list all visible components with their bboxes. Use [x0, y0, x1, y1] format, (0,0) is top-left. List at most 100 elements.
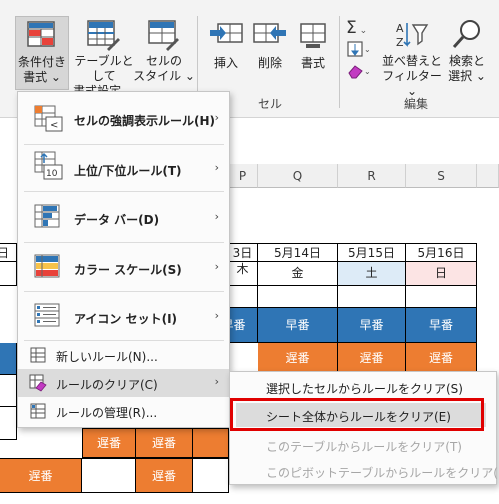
- sort-filter-button[interactable]: A Z 並べ替えと フィルター ⌄: [382, 16, 442, 98]
- weekday-cell-saturday[interactable]: 土: [338, 262, 406, 286]
- date-cell-fragment: 日: [0, 246, 9, 260]
- menu-item-label: アイコン セット(I): [74, 312, 178, 326]
- date-label: 3日: [232, 246, 253, 260]
- ribbon-separator: [339, 16, 340, 108]
- cells-group-label: セル: [258, 97, 283, 111]
- delete-label: 削除: [257, 56, 282, 70]
- submenu-item-clear-table[interactable]: このテーブルからルールをクリア(T): [266, 438, 462, 455]
- shift-label: 遅番: [285, 351, 310, 365]
- icon-sets-icon: [34, 303, 60, 327]
- date-cell[interactable]: 5月14日: [258, 243, 338, 262]
- menu-item-label: データ バー(D): [74, 213, 160, 227]
- weekday-cell[interactable]: [0, 262, 17, 286]
- menu-item-label: セルの強調表示ルール(H): [74, 114, 216, 128]
- menu-item-label: カラー スケール(S): [74, 263, 182, 277]
- svg-text:A: A: [396, 22, 404, 35]
- shift-label: 遅番: [428, 351, 453, 365]
- clear-button[interactable]: ⌄: [346, 62, 376, 82]
- weekday-cell[interactable]: 木: [228, 262, 258, 286]
- date-cell[interactable]: 5月16日: [406, 243, 477, 262]
- data-bars-icon: [34, 204, 60, 228]
- insert-label: 挿入: [213, 56, 238, 70]
- shift-cell-early[interactable]: [0, 343, 17, 375]
- menu-divider: [24, 340, 224, 341]
- weekday-cell-sunday[interactable]: 日: [406, 262, 477, 286]
- shift-label: 早番: [228, 318, 246, 332]
- menu-item-icon-sets[interactable]: アイコン セット(I) ›: [18, 292, 229, 340]
- date-label: 5月16日: [417, 246, 465, 260]
- date-cell[interactable]: 3日: [228, 243, 258, 262]
- menu-item-new-rule[interactable]: 新しいルール(N)...: [18, 343, 229, 369]
- menu-item-highlight-cells-rules[interactable]: < セルの強調表示ルール(H) ›: [18, 94, 229, 144]
- empty-cell[interactable]: [82, 458, 136, 493]
- menu-item-clear-rules[interactable]: ルールのクリア(C) ›: [18, 369, 229, 397]
- delete-button[interactable]: 削除: [249, 16, 291, 76]
- menu-item-label: 上位/下位ルール(T): [74, 164, 182, 178]
- insert-button[interactable]: 挿入: [205, 16, 247, 76]
- shift-cell-early[interactable]: 早番: [406, 308, 477, 343]
- column-header-r[interactable]: R: [338, 164, 406, 188]
- conditional-format-menu: < セルの強調表示ルール(H) › 10 上位/下位ルール(T) › データ バ…: [17, 91, 230, 428]
- conditional-format-label-1: 条件付き: [17, 55, 66, 69]
- menu-item-manage-rules[interactable]: ルールの管理(R)...: [18, 397, 229, 425]
- column-header-s[interactable]: S: [406, 164, 477, 188]
- shift-cell-early[interactable]: 早番: [338, 308, 406, 343]
- format-cells-icon: [300, 23, 326, 48]
- conditional-format-button[interactable]: 条件付き 書式 ⌄: [15, 16, 69, 90]
- submenu-item-clear-selected[interactable]: 選択したセルからルールをクリア(S): [266, 380, 463, 397]
- format-as-table-icon: [87, 20, 120, 51]
- date-cell[interactable]: 日: [0, 243, 17, 262]
- date-cell[interactable]: 5月15日: [338, 243, 406, 262]
- submenu-item-clear-pivot[interactable]: このピボットテーブルからルールをクリア(P): [266, 464, 499, 481]
- column-header-label: R: [367, 169, 376, 183]
- empty-cell[interactable]: [0, 407, 17, 440]
- chevron-down-icon: ⌄: [356, 26, 368, 36]
- empty-cell[interactable]: [338, 286, 406, 308]
- sort-filter-label-1: 並べ替えと: [381, 54, 442, 68]
- find-select-button[interactable]: 検索と 選択 ⌄: [443, 16, 491, 90]
- shift-label: 早番: [428, 318, 453, 332]
- menu-item-top-bottom-rules[interactable]: 10 上位/下位ルール(T) ›: [18, 145, 229, 191]
- shift-label: 遅番: [28, 469, 53, 483]
- svg-text:10: 10: [46, 169, 58, 179]
- shift-cell-late[interactable]: [193, 428, 229, 458]
- empty-cell[interactable]: [228, 286, 258, 308]
- shift-label: 遅番: [151, 436, 176, 450]
- shift-cell-late[interactable]: 遅番: [82, 428, 136, 458]
- submenu-item-clear-sheet[interactable]: シート全体からルールをクリア(E): [230, 398, 496, 432]
- shift-label: 早番: [359, 318, 384, 332]
- conditional-format-label-2: 書式 ⌄: [23, 70, 61, 84]
- empty-cell[interactable]: [193, 458, 229, 493]
- column-header-p[interactable]: P: [228, 164, 258, 188]
- conditional-format-icon: [27, 21, 55, 47]
- cell-styles-button[interactable]: セルの スタイル ⌄: [133, 16, 195, 90]
- format-button[interactable]: 書式: [293, 16, 333, 76]
- empty-cell[interactable]: [0, 375, 17, 407]
- column-header-q[interactable]: Q: [258, 164, 338, 188]
- delete-cells-icon: [253, 23, 286, 43]
- empty-cell[interactable]: [406, 286, 477, 308]
- chevron-right-icon: ›: [214, 161, 219, 174]
- insert-cells-icon: [210, 23, 243, 43]
- edit-group-label: 編集: [404, 97, 429, 111]
- weekday-cell[interactable]: 金: [258, 262, 338, 286]
- fill-button[interactable]: ⌄: [346, 40, 376, 60]
- weekday-label: 金: [291, 266, 304, 280]
- shift-cell-late[interactable]: 遅番: [136, 428, 193, 458]
- shift-cell-late[interactable]: 遅番: [0, 458, 82, 493]
- format-as-table-button[interactable]: テーブルとして 書式設定 ⌄: [73, 16, 135, 98]
- shift-label: 遅番: [359, 351, 384, 365]
- cell-styles-icon: [148, 20, 179, 51]
- menu-item-color-scales[interactable]: カラー スケール(S) ›: [18, 243, 229, 291]
- shift-cell-late[interactable]: 遅番: [136, 458, 193, 493]
- column-header-label: Q: [292, 169, 303, 183]
- shift-cell-early[interactable]: 早番: [258, 308, 338, 343]
- autosum-button[interactable]: Σ ⌄: [346, 18, 376, 38]
- eraser-icon: ⌄: [348, 65, 371, 79]
- empty-cell[interactable]: [258, 286, 338, 308]
- column-header-blank[interactable]: [477, 164, 499, 188]
- menu-item-data-bars[interactable]: データ バー(D) ›: [18, 192, 229, 242]
- shift-cell-early[interactable]: 早番: [228, 308, 258, 343]
- magnifier-icon: [452, 20, 480, 49]
- manage-rules-icon: [30, 403, 46, 419]
